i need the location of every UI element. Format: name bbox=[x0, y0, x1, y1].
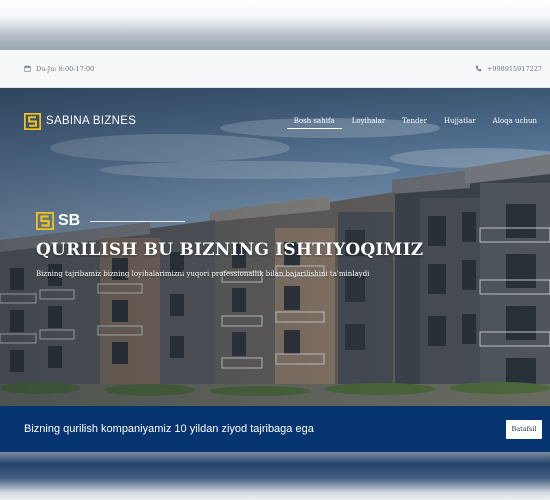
nav-menu: Bosh sahifa Loyihalar Tender Hujjatlar A… bbox=[284, 113, 544, 129]
phone-icon bbox=[475, 65, 482, 72]
nav-item-bosh-sahifa[interactable]: Bosh sahifa bbox=[286, 113, 342, 129]
top-info-bar: Du-Ju: 8:00-17:00 +998915917227 bbox=[0, 50, 550, 88]
main-navbar: SABINA BIZNES Bosh sahifa Loyihalar Tend… bbox=[0, 88, 550, 154]
experience-banner: Bizning qurilish kompaniyamiz 10 yildan … bbox=[0, 406, 550, 452]
blurred-footer-strip bbox=[0, 452, 550, 500]
contact-phone[interactable]: +998915917227 bbox=[475, 65, 542, 73]
hero-section: SABINA BIZNES Bosh sahifa Loyihalar Tend… bbox=[0, 88, 550, 406]
blurred-header-strip bbox=[0, 0, 550, 50]
brand-name: SABINA BIZNES bbox=[46, 115, 137, 127]
working-hours-text: Du-Ju: 8:00-17:00 bbox=[36, 64, 95, 73]
nav-item-loyihalar[interactable]: Loyihalar bbox=[345, 113, 393, 129]
hero-badge: SB bbox=[36, 212, 423, 230]
hero-content: SB QURILISH BU BIZNING ISHTIYOQIMIZ Bizn… bbox=[36, 212, 423, 278]
nav-item-hujjatlar[interactable]: Hujjatlar bbox=[437, 113, 483, 129]
hero-subtitle: Bizning tajribamiz bizning loyihalarimiz… bbox=[36, 270, 370, 278]
working-hours: Du-Ju: 8:00-17:00 bbox=[24, 65, 94, 73]
sb-logo-icon bbox=[36, 212, 54, 230]
nav-item-tender[interactable]: Tender bbox=[395, 113, 434, 129]
hero-badge-text: SB bbox=[58, 212, 81, 229]
hero-badge-divider bbox=[90, 220, 186, 222]
more-details-button[interactable]: Batafsil bbox=[506, 419, 542, 439]
calendar-icon bbox=[24, 65, 31, 72]
banner-text: Bizning qurilish kompaniyamiz 10 yildan … bbox=[24, 423, 314, 435]
logo-icon bbox=[24, 112, 41, 130]
hero-title: QURILISH BU BIZNING ISHTIYOQIMIZ bbox=[36, 240, 424, 260]
brand[interactable]: SABINA BIZNES bbox=[24, 112, 137, 130]
phone-number[interactable]: +998915917227 bbox=[487, 65, 542, 73]
nav-item-aloqa-uchun[interactable]: Aloqa uchun bbox=[486, 113, 544, 129]
